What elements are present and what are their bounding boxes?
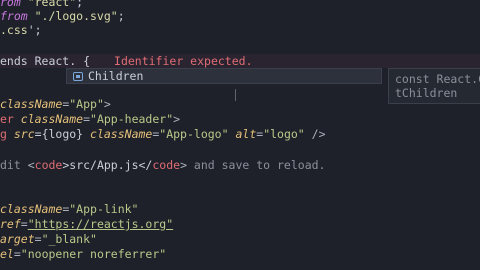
error-message: Identifier expected. xyxy=(114,54,253,68)
code-line-8: dit <code>src/App.js</code> and save to … xyxy=(0,158,326,172)
suggestion-widget: Children xyxy=(66,68,382,84)
suggestion-item[interactable]: Children xyxy=(67,69,381,83)
detail-signature-cont: tChildren xyxy=(395,86,458,100)
code-line-2: from "./logo.svg"; xyxy=(0,9,125,23)
suggestion-label: Children xyxy=(88,69,144,83)
code-line-1: rom "react"; xyxy=(0,0,84,9)
code-line-3: .css'; xyxy=(0,23,42,37)
code-line-4: ends React. {Identifier expected. xyxy=(0,54,253,68)
mouse-cursor xyxy=(235,89,236,101)
code-line-5: className="App"> xyxy=(0,97,111,111)
url-link[interactable]: "https://reactjs.org" xyxy=(28,217,173,231)
code-editor[interactable]: rom "react"; from "./logo.svg"; .css'; e… xyxy=(0,0,480,270)
code-line-9: className="App-link" xyxy=(0,202,139,216)
symbol-field-icon xyxy=(73,71,83,81)
suggestion-detail-panel: const React.C tChildren xyxy=(388,68,480,104)
detail-signature: const React.C xyxy=(395,72,480,86)
code-line-10: ref="https://reactjs.org" xyxy=(0,217,174,231)
code-line-11: arget="_blank" xyxy=(0,232,97,246)
code-line-6: er className="App-header"> xyxy=(0,112,181,126)
code-line-12: el="noopener noreferrer" xyxy=(0,247,167,261)
code-line-7: g src={logo} className="App-logo" alt="l… xyxy=(0,127,326,141)
